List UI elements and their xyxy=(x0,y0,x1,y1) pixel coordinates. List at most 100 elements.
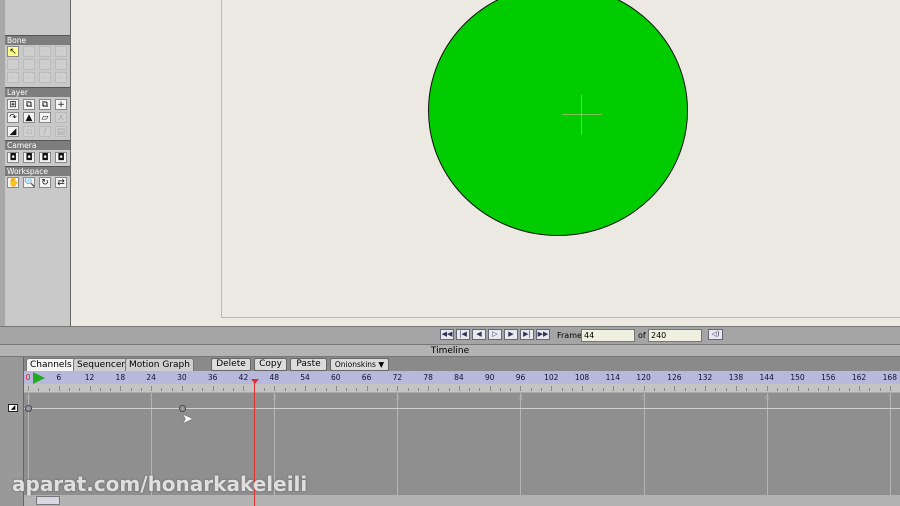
ruler-minor-tick xyxy=(346,388,348,391)
ruler-minor-tick xyxy=(274,386,276,391)
bone-tool-icon[interactable]: · xyxy=(23,46,35,57)
bone-tool-icon[interactable]: · xyxy=(39,46,51,57)
delete-button[interactable]: Delete xyxy=(211,358,251,371)
fast-forward-button[interactable]: ▶▶ xyxy=(536,329,550,340)
layer-icon[interactable]: ◢ xyxy=(8,404,18,412)
ruler-minor-tick xyxy=(602,388,604,391)
ruler-minor-tick xyxy=(407,388,409,391)
bone-tool-icon[interactable]: · xyxy=(23,59,35,70)
translate-layer-icon[interactable]: + xyxy=(55,99,67,110)
layer-tool-icon[interactable]: ▤ xyxy=(55,126,67,137)
second-label: 1 xyxy=(149,394,154,402)
next-frame-button[interactable]: ▶ xyxy=(504,329,518,340)
watermark: aparat.com/honarkakeleili xyxy=(12,472,308,496)
bone-tool-icon[interactable]: · xyxy=(55,59,67,70)
ruler-minor-tick xyxy=(705,386,707,391)
first-frame-button[interactable]: |◀ xyxy=(456,329,470,340)
ruler-minor-tick xyxy=(838,388,840,391)
camera-roll-icon[interactable]: ◘ xyxy=(39,152,51,163)
ruler-tick-label: 90 xyxy=(484,373,495,382)
ruler-tick-label: 168 xyxy=(882,373,897,382)
ruler-minor-tick xyxy=(458,386,460,391)
hand-icon[interactable]: ✋ xyxy=(7,177,19,188)
channel-line xyxy=(24,408,900,409)
ruler-tick-label: 30 xyxy=(177,373,187,382)
layer-tool-icon[interactable]: ▫ xyxy=(23,126,35,137)
ruler-minor-tick xyxy=(643,386,645,391)
shear-layer-icon[interactable]: ▱ xyxy=(39,112,51,123)
ruler-tick-label: 60 xyxy=(331,373,341,382)
delete-layer-icon[interactable]: ⧉ xyxy=(39,99,51,110)
ruler-minor-tick xyxy=(684,388,686,391)
camera-track-icon[interactable]: ◘ xyxy=(7,152,19,163)
bone-tool-icon[interactable]: · xyxy=(7,72,19,83)
second-label: 3 xyxy=(395,394,400,402)
tab-motion-graph[interactable]: Motion Graph xyxy=(125,358,194,372)
rewind-button[interactable]: ◀◀ xyxy=(440,329,454,340)
ruler-minor-tick xyxy=(869,388,871,391)
mouse-cursor-icon: ➤ xyxy=(182,412,193,427)
orbit-icon[interactable]: ⇄ xyxy=(55,177,67,188)
ruler-minor-tick xyxy=(294,388,296,391)
ruler-minor-tick xyxy=(828,386,830,391)
prev-frame-button[interactable]: ◀ xyxy=(472,329,486,340)
ruler-minor-tick xyxy=(171,388,173,391)
switch-layer-icon[interactable]: ⋏ xyxy=(55,112,67,123)
ruler-tick-label: 36 xyxy=(207,373,218,382)
bone-tool-icon[interactable]: · xyxy=(39,72,51,83)
onionskins-dropdown[interactable]: Onionskins ▼ xyxy=(330,358,389,371)
tab-sequencer[interactable]: Sequencer xyxy=(73,358,130,372)
ruler-minor-tick xyxy=(859,386,861,391)
camera-zoom-icon[interactable]: ◘ xyxy=(23,152,35,163)
ruler-minor-tick xyxy=(233,388,235,391)
bone-tool-icon[interactable]: · xyxy=(39,59,51,70)
zoom-icon[interactable]: 🔍 xyxy=(23,177,35,188)
bone-tool-icon[interactable]: · xyxy=(7,59,19,70)
tab-channels[interactable]: Channels xyxy=(26,358,76,372)
ruler-minor-tick xyxy=(469,388,471,391)
ruler-minor-tick xyxy=(28,386,29,391)
keyframe[interactable] xyxy=(25,405,32,412)
horizontal-scrollbar[interactable] xyxy=(24,495,900,506)
scrollbar-thumb[interactable] xyxy=(36,496,60,505)
duplicate-layer-icon[interactable]: ⧉ xyxy=(23,99,35,110)
ruler-tick-label: 108 xyxy=(574,373,590,382)
last-frame-button[interactable]: ▶| xyxy=(520,329,534,340)
second-label: 5 xyxy=(641,394,647,402)
ruler-tick-label: 84 xyxy=(454,373,464,382)
frame-input[interactable]: 44 xyxy=(581,329,635,342)
select-bone-icon[interactable]: ↖ xyxy=(7,46,19,57)
bone-tool-icon[interactable]: · xyxy=(55,46,67,57)
ruler-minor-tick xyxy=(582,386,584,391)
set-origin-icon[interactable]: ◢ xyxy=(7,126,19,137)
ruler-minor-tick xyxy=(479,388,481,391)
ruler-tick-label: 6 xyxy=(56,373,62,382)
ruler-minor-tick xyxy=(89,386,91,391)
ruler-minor-tick xyxy=(438,388,440,391)
paste-button[interactable]: Paste xyxy=(290,358,327,371)
ruler-tick-label: 120 xyxy=(636,373,651,382)
ruler-minor-tick xyxy=(192,388,194,391)
play-button[interactable]: ▷ xyxy=(488,329,502,340)
ruler-tick-label: 66 xyxy=(361,373,372,382)
rotate-workspace-icon[interactable]: ↻ xyxy=(39,177,51,188)
total-frames-input[interactable]: 240 xyxy=(648,329,702,342)
sound-button[interactable]: ◁) xyxy=(708,329,723,340)
ruler-minor-tick xyxy=(58,386,60,391)
rotate-layer-icon[interactable]: ↷ xyxy=(7,112,19,123)
ruler-minor-tick xyxy=(397,386,399,391)
bone-tool-icon[interactable]: · xyxy=(23,72,35,83)
camera-pan-icon[interactable]: ◘ xyxy=(55,152,67,163)
ruler-tick-label: 96 xyxy=(515,373,526,382)
scale-layer-icon[interactable]: ▲ xyxy=(23,112,35,123)
ruler-tick-label: 48 xyxy=(269,373,280,382)
keyframe[interactable] xyxy=(178,405,186,412)
playhead-marker-icon[interactable] xyxy=(250,379,259,384)
bone-tool-icon[interactable]: · xyxy=(55,72,67,83)
play-start-icon[interactable] xyxy=(33,372,45,384)
layer-tool-icon[interactable]: / xyxy=(39,126,51,137)
ruler-tick-label: 156 xyxy=(821,373,836,382)
new-layer-icon[interactable]: ⊞ xyxy=(7,99,19,110)
copy-button[interactable]: Copy xyxy=(254,358,287,371)
ruler-minor-tick xyxy=(633,388,635,391)
